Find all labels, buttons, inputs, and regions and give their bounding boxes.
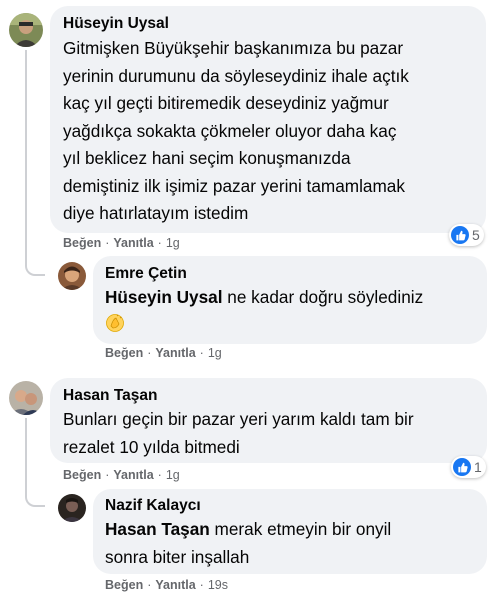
clapping-emoji [105,313,125,333]
comment-line: kaç yıl geçti bitiremedik deseydiniz yağ… [63,93,389,113]
like-button[interactable]: Beğen [63,236,101,250]
reply-button[interactable]: Yanıtla [113,468,153,482]
separator: · [147,578,152,592]
thread-elbow [25,470,45,507]
avatar-image [58,262,86,290]
avatar[interactable] [58,494,86,522]
reply-button[interactable]: Yanıtla [113,236,153,250]
separator: · [105,468,110,482]
avatar[interactable] [58,262,86,290]
reaction-count-badge[interactable]: 5 [449,224,484,246]
reply-button[interactable]: Yanıtla [155,578,195,592]
comment-line: demiştiniz ilk işimiz pazar yerini tamam… [63,175,405,196]
like-reaction-icon [453,458,471,476]
separator: · [157,468,162,482]
comment-line: yıl beklicez hani seçim konuşmanızda [63,148,351,168]
thread-line [25,50,27,265]
reaction-count: 1 [474,459,482,475]
comment-line: diye hatırlatayım istedim [63,203,249,223]
avatar-image [58,494,86,522]
mention-link[interactable]: Hüseyin Uysal [105,287,223,307]
reply-author[interactable]: Emre Çetin [105,265,187,283]
like-button[interactable]: Beğen [63,468,101,482]
comment-actions: Beğen · Yanıtla · 1g [63,236,180,250]
reply-actions: Beğen · Yanıtla · 1g [105,346,222,360]
reaction-count: 5 [472,227,480,243]
separator: · [157,236,162,250]
comment-line: Bunları geçin bir pazar yeri yarım kaldı… [63,409,414,429]
reply-text: Hüseyin Uysal ne kadar doğru söylediniz [105,284,423,312]
mention-link[interactable]: Hasan Taşan [105,519,210,539]
separator: · [199,346,204,360]
timestamp-link[interactable]: 1g [166,236,180,250]
reply-text-line-2: sonra biter inşallah [105,546,250,567]
avatar-image [9,381,43,415]
thread-elbow [25,240,45,276]
avatar[interactable] [9,13,43,47]
reaction-count-badge[interactable]: 1 [451,456,486,478]
comment-line: rezalet 10 yılda bitmedi [63,436,240,457]
timestamp-link[interactable]: 19s [208,578,228,592]
comment-line: yerinin durumunu da söyleseydiniz ihale … [63,65,409,86]
reply-text: Hasan Taşan merak etmeyin bir onyil [105,516,391,544]
timestamp-link[interactable]: 1g [166,468,180,482]
like-button[interactable]: Beğen [105,346,143,360]
comment-line: yağdıkça sokakta çökmeler oluyor daha ka… [63,120,397,141]
comment-actions: Beğen · Yanıtla · 1g [63,468,180,482]
reply-text-body: ne kadar doğru söylediniz [222,287,424,307]
reply-text-body: merak etmeyin bir onyil [209,519,392,539]
comment-author[interactable]: Hasan Taşan [63,387,157,405]
avatar[interactable] [9,381,43,415]
avatar-image [9,13,43,47]
timestamp-link[interactable]: 1g [208,346,222,360]
like-button[interactable]: Beğen [105,578,143,592]
separator: · [147,346,152,360]
separator: · [105,236,110,250]
comment-line: Gitmişken Büyükşehir başkanımıza bu paza… [63,38,404,58]
like-reaction-icon [451,226,469,244]
separator: · [199,578,204,592]
reply-button[interactable]: Yanıtla [155,346,195,360]
comment-author[interactable]: Hüseyin Uysal [63,15,169,33]
reply-actions: Beğen · Yanıtla · 19s [105,578,228,592]
reply-author[interactable]: Nazif Kalaycı [105,497,201,515]
